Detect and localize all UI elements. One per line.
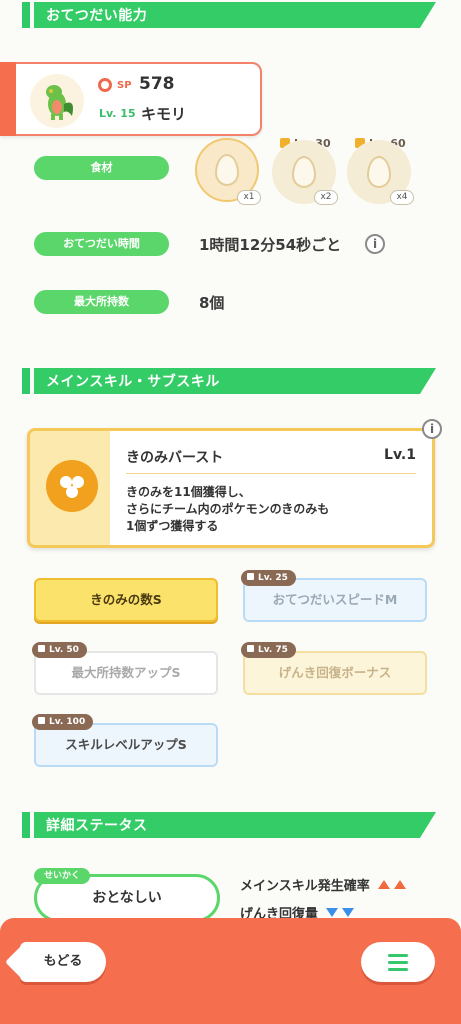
nature-stat-up: メインスキル発生確率 [240, 875, 406, 894]
lock-icon [247, 573, 254, 580]
section-header-skills: メインスキル・サブスキル [0, 368, 436, 394]
section-header-ability: おてつだい能力 [0, 2, 436, 28]
info-icon[interactable]: i [365, 234, 385, 254]
sub-skill-lock-4: Lv. 75 [241, 642, 296, 658]
back-button[interactable]: もどる [20, 942, 106, 982]
sub-skill-lock-2: Lv. 25 [241, 570, 296, 586]
section-header-details: 詳細ステータス [0, 812, 436, 838]
lock-icon [247, 645, 254, 652]
section-title: メインスキル・サブスキル [46, 374, 220, 390]
section-bar [22, 368, 30, 394]
main-skill-level: Lv.1 [384, 447, 416, 463]
ingredients-label: 食材 [34, 156, 169, 180]
main-skill-description: きのみを11個獲得し、 さらにチーム内のポケモンのきのみも 1個ずつ獲得する [126, 485, 330, 533]
sp-label: SP [117, 80, 132, 91]
pokemon-card[interactable]: SP 578 Lv. 15 キモリ [0, 62, 262, 136]
section-bar [22, 2, 30, 28]
sub-skill-lock-5: Lv. 100 [32, 714, 94, 730]
treecko-sprite-icon [46, 85, 73, 120]
sp-ball-icon [98, 78, 112, 92]
berry-burst-icon [46, 460, 98, 512]
help-time-value: 1時間12分54秒ごと [199, 236, 342, 254]
egg-icon [292, 156, 316, 188]
ingredient-qty-3: x4 [390, 190, 414, 205]
section-title: おてつだい能力 [46, 8, 148, 24]
skill-icon-area [30, 431, 110, 545]
max-carry-value: 8個 [199, 294, 225, 312]
lock-icon [38, 645, 45, 652]
down-arrow-icon [342, 908, 355, 917]
ingredient-qty-1: x1 [237, 190, 261, 205]
card-stripe [0, 62, 16, 136]
pokemon-avatar [30, 74, 84, 128]
main-skill-name: きのみバースト [126, 450, 224, 466]
up-arrow-icon [377, 880, 390, 889]
help-time-label: おてつだい時間 [34, 232, 169, 256]
section-bar [22, 812, 30, 838]
egg-icon [367, 156, 391, 188]
down-arrow-icon [326, 908, 339, 917]
pokemon-level: Lv. 15 [99, 107, 136, 120]
nature-tag: せいかく [34, 868, 91, 884]
lock-icon [38, 717, 45, 724]
divider [126, 473, 416, 474]
main-skill-card[interactable]: きのみバースト Lv.1 きのみを11個獲得し、 さらにチーム内のポケモンのきの… [27, 428, 435, 548]
ingredient-qty-2: x2 [314, 190, 338, 205]
pokemon-name: キモリ [141, 105, 187, 123]
section-title: 詳細ステータス [46, 818, 148, 834]
menu-button[interactable] [361, 942, 435, 982]
up-arrow-icon [393, 880, 406, 889]
max-carry-label: 最大所持数 [34, 290, 169, 314]
sp-value: 578 [139, 74, 175, 94]
skill-info-icon[interactable]: i [422, 419, 442, 439]
sub-skill-1[interactable]: きのみの数S [34, 578, 218, 622]
egg-icon [215, 154, 239, 186]
sub-skill-lock-3: Lv. 50 [32, 642, 87, 658]
